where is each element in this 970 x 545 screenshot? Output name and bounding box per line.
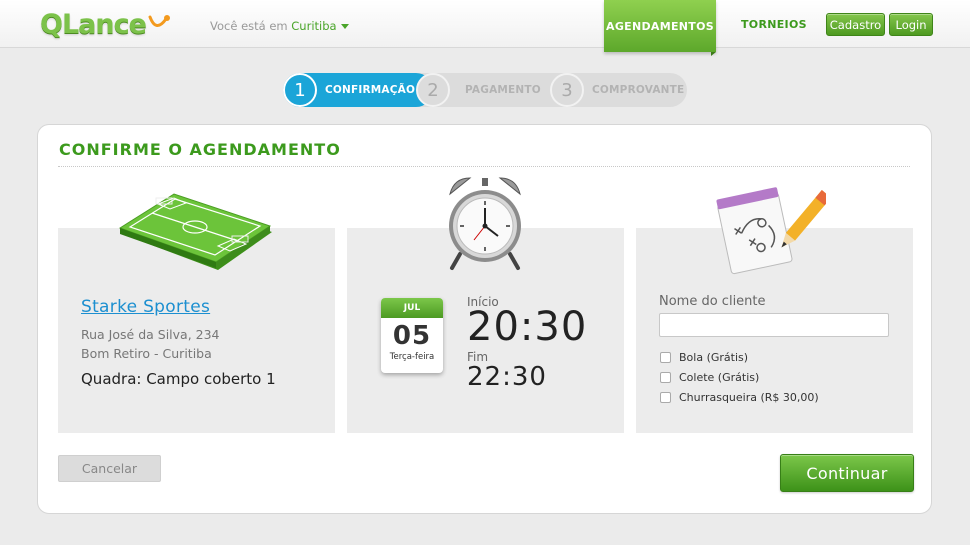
option-vest[interactable]: Colete (Grátis): [660, 371, 759, 384]
venue-address-line1: Rua José da Silva, 234: [81, 327, 220, 342]
venue-name-link[interactable]: Starke Sportes: [81, 297, 210, 317]
client-name-label: Nome do cliente: [659, 294, 766, 309]
option-barbecue-label: Churrasqueira (R$ 30,00): [679, 391, 819, 404]
step-3-label: COMPROVANTE: [592, 84, 685, 96]
venue-court: Quadra: Campo coberto 1: [81, 370, 276, 388]
location-city[interactable]: Curitiba: [291, 19, 336, 33]
continue-button[interactable]: Continuar: [780, 454, 914, 492]
option-ball-label: Bola (Grátis): [679, 351, 749, 364]
barbecue-checkbox[interactable]: [660, 392, 671, 403]
step-2-label: PAGAMENTO: [465, 84, 541, 96]
option-barbecue[interactable]: Churrasqueira (R$ 30,00): [660, 391, 819, 404]
step-1-label: CONFIRMAÇÃO: [325, 84, 416, 96]
nav-tab-agendamentos[interactable]: AGENDAMENTOS: [604, 0, 716, 56]
cancel-button[interactable]: Cancelar: [58, 455, 161, 482]
start-time: 20:30: [467, 304, 588, 350]
step-3-number: 3: [550, 73, 584, 107]
logo-swoosh-icon: [148, 15, 170, 27]
soccer-field-icon: [118, 193, 272, 270]
calendar-icon: JUL 05 Terça-feira: [381, 298, 443, 373]
vest-checkbox[interactable]: [660, 372, 671, 383]
location-prefix: Você está em: [210, 19, 288, 33]
calendar-month: JUL: [381, 298, 443, 318]
option-ball[interactable]: Bola (Grátis): [660, 351, 748, 364]
ball-checkbox[interactable]: [660, 352, 671, 363]
client-name-input[interactable]: [659, 313, 889, 337]
qlance-logo[interactable]: QLance: [40, 6, 170, 42]
logo-text: QLance: [40, 8, 147, 40]
venue-address-line2: Bom Retiro - Curitiba: [81, 346, 212, 361]
chevron-down-icon[interactable]: [340, 24, 349, 29]
step-2-number: 2: [416, 73, 450, 107]
alarm-clock-icon: [449, 177, 521, 270]
option-vest-label: Colete (Grátis): [679, 371, 760, 384]
calendar-weekday: Terça-feira: [389, 352, 435, 362]
location-selector[interactable]: Você está em Curitiba: [210, 19, 349, 33]
notepad-strategy-icon: [716, 187, 826, 275]
login-button[interactable]: Login: [889, 13, 933, 36]
step-1-number: 1: [283, 73, 317, 107]
calendar-day: 05: [392, 321, 432, 351]
end-time: 22:30: [467, 362, 547, 392]
nav-tab-torneios[interactable]: TORNEIOS: [741, 18, 807, 31]
page-title: CONFIRME O AGENDAMENTO: [59, 140, 341, 159]
signup-button[interactable]: Cadastro: [826, 13, 885, 36]
title-divider: [58, 166, 910, 167]
